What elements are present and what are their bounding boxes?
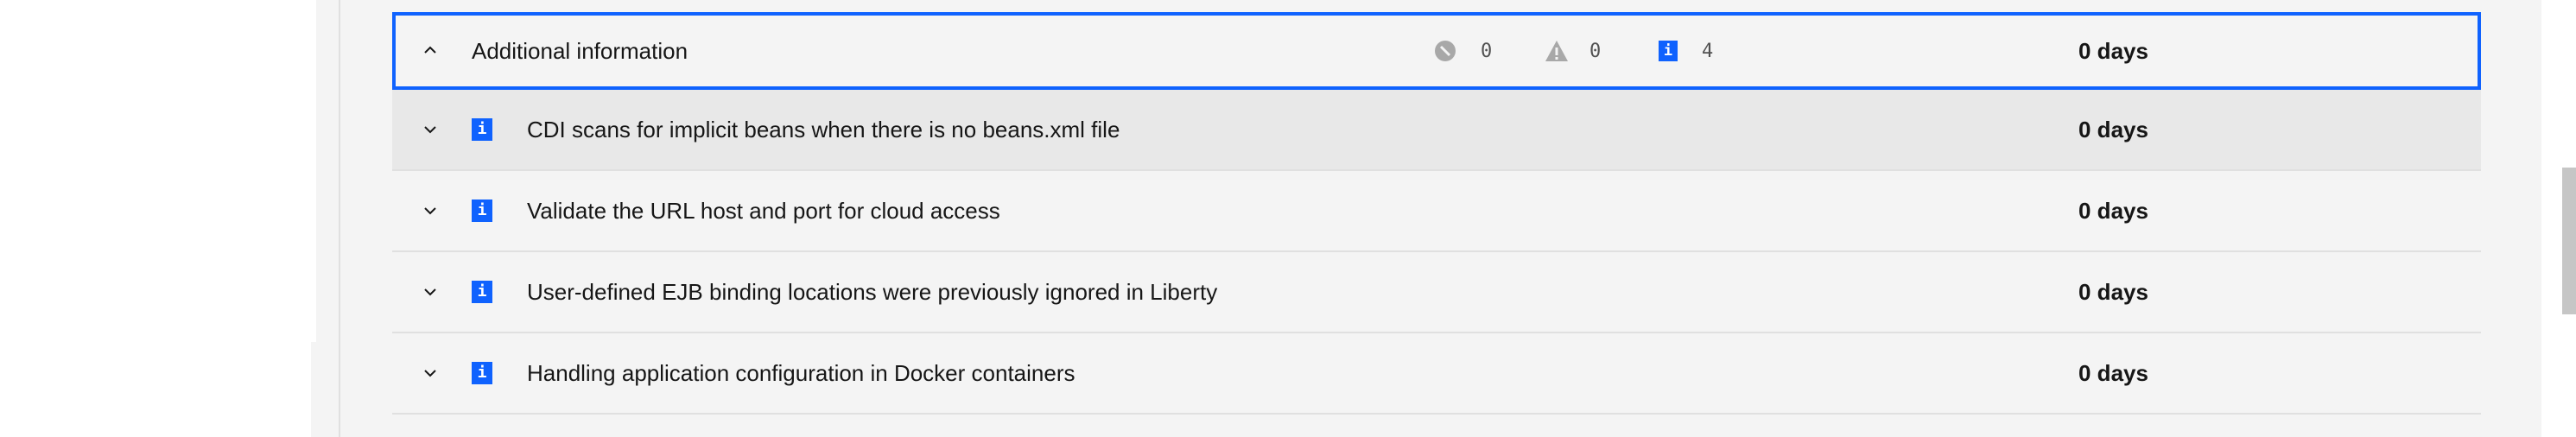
info-icon: i [472, 362, 492, 384]
chevron-down-icon[interactable] [422, 202, 439, 219]
table-row[interactable]: i User-defined EJB binding locations wer… [392, 252, 2481, 333]
table-row[interactable]: i CDI scans for implicit beans when ther… [392, 90, 2481, 171]
chevron-down-icon[interactable] [422, 364, 439, 382]
row-title: CDI scans for implicit beans when there … [527, 117, 1120, 142]
issues-table: Additional information 0 0 i 4 0 days i … [392, 12, 2481, 415]
info-icon: i [1659, 41, 1678, 61]
warning-icon [1545, 41, 1568, 61]
chevron-down-icon[interactable] [422, 121, 439, 138]
table-row[interactable]: i Handling application configuration in … [392, 333, 2481, 415]
page: Additional information 0 0 i 4 0 days i … [0, 0, 2576, 437]
group-days: 0 days [2078, 38, 2148, 64]
info-count: 4 [1702, 40, 1714, 62]
info-icon: i [472, 281, 492, 303]
row-days: 0 days [2078, 279, 2148, 305]
row-title: Handling application configuration in Do… [527, 360, 1075, 386]
row-title: Validate the URL host and port for cloud… [527, 198, 1000, 224]
chevron-down-icon[interactable] [422, 283, 439, 301]
warning-count-group: 0 [1545, 16, 1601, 86]
row-days: 0 days [2078, 117, 2148, 142]
row-title: User-defined EJB binding locations were … [527, 279, 1218, 305]
info-icon: i [472, 200, 492, 222]
group-title: Additional information [472, 38, 688, 64]
critical-icon [1435, 41, 1456, 61]
info-icon: i [472, 118, 492, 141]
critical-count-group: 0 [1434, 16, 1492, 86]
table-row[interactable]: i Validate the URL host and port for clo… [392, 171, 2481, 252]
group-header-additional-information[interactable]: Additional information 0 0 i 4 0 days [392, 12, 2481, 90]
left-gutter-lower [311, 342, 339, 437]
warning-count: 0 [1589, 40, 1602, 62]
row-days: 0 days [2078, 360, 2148, 386]
critical-count: 0 [1481, 40, 1493, 62]
chevron-up-icon[interactable] [422, 41, 439, 59]
left-gutter [316, 0, 339, 342]
row-days: 0 days [2078, 198, 2148, 224]
info-count-group: i 4 [1659, 16, 1713, 86]
scrollbar-thumb[interactable] [2562, 168, 2576, 314]
